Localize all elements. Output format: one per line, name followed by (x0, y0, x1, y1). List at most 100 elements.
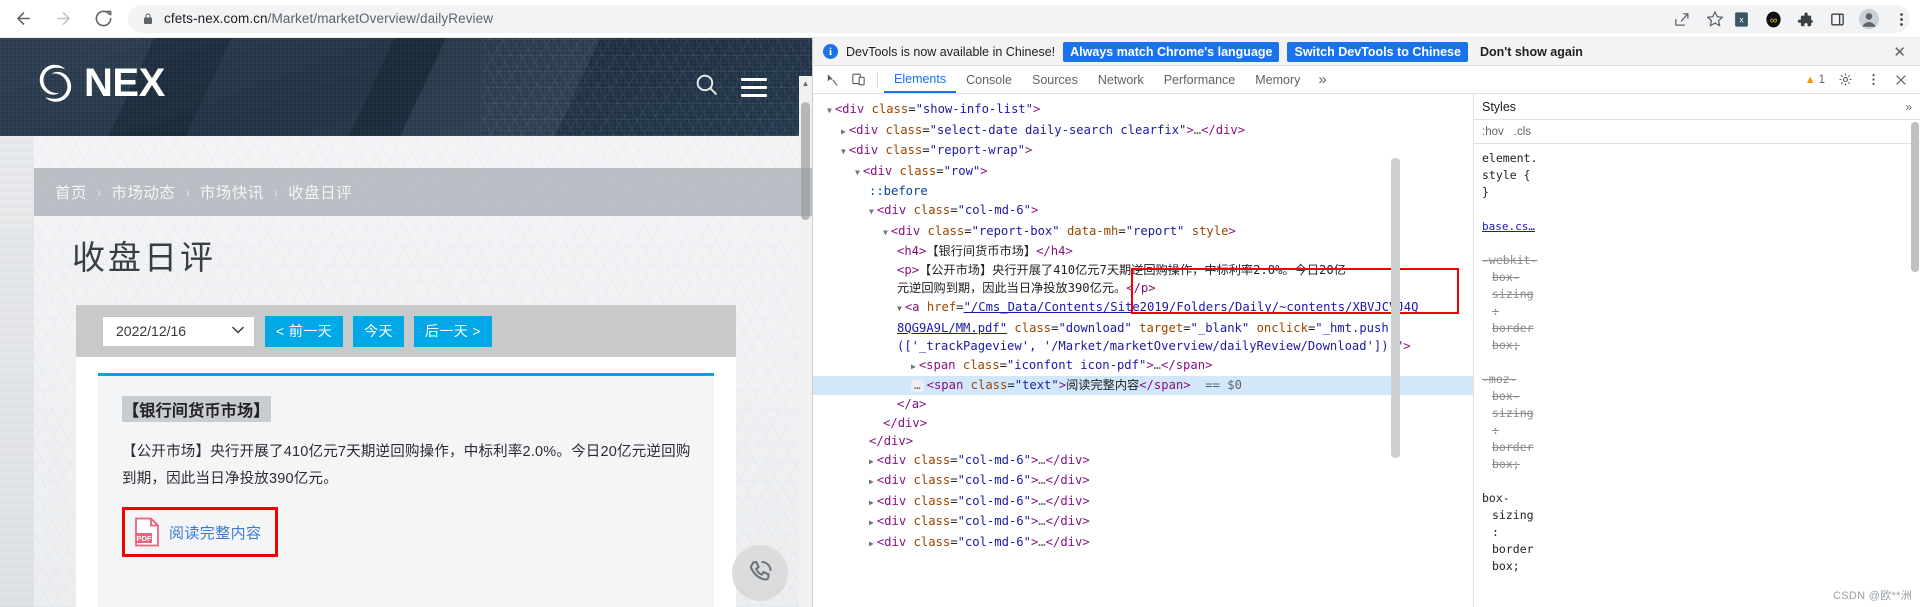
page-scrollbar[interactable]: ▲ (799, 76, 812, 607)
download-pdf-link[interactable]: PDF 阅读完整内容 (134, 517, 261, 547)
always-match-language-button[interactable]: Always match Chrome's language (1063, 41, 1280, 62)
styles-rule-line: element. (1482, 151, 1538, 165)
styles-rule-line: box- (1482, 491, 1510, 505)
tab-elements[interactable]: Elements (884, 66, 957, 93)
styles-rule-line: box- (1492, 389, 1520, 403)
styles-rule-line: : (1492, 525, 1499, 539)
dom-tree-line[interactable]: <div class="col-md-6">…</div> (813, 471, 1473, 492)
dom-tree-line[interactable]: <div class="select-date daily-search cle… (813, 121, 1473, 142)
dom-tree-line[interactable]: 元逆回购到期，因此当日净投放390亿元。</p> (813, 279, 1473, 298)
dom-tree-line[interactable]: </a> (813, 395, 1473, 414)
profile-avatar-icon[interactable] (1854, 4, 1884, 34)
today-button[interactable]: 今天 (353, 315, 404, 347)
lock-icon[interactable] (142, 12, 154, 26)
dom-tree-line[interactable]: <div class="col-md-6"> (813, 201, 1473, 222)
styles-rule-line: border (1492, 321, 1534, 335)
dom-tree-line[interactable]: <a href="/Cms_Data/Contents/Site2019/Fol… (813, 298, 1473, 319)
watermark-text: CSDN @欧**洲 (1833, 590, 1912, 602)
reload-icon[interactable] (86, 2, 120, 36)
tab-console[interactable]: Console (956, 66, 1022, 93)
date-select[interactable]: 2022/12/16 (102, 315, 255, 347)
dom-tree-line[interactable]: <h4>【银行间货币市场】</h4> (813, 242, 1473, 261)
styles-filter-cls[interactable]: .cls (1514, 126, 1531, 138)
dom-tree-line[interactable]: <span class="iconfont icon-pdf">…</span> (813, 356, 1473, 377)
tab-memory[interactable]: Memory (1245, 66, 1310, 93)
nex-swirl-logo-icon (39, 64, 72, 102)
next-day-button[interactable]: 后一天 > (413, 315, 492, 347)
breadcrumb-item-daily-review: 收盘日评 (288, 185, 353, 202)
warning-count: 1 (1818, 73, 1825, 86)
dom-tree-line[interactable]: <p>【公开市场】央行开展了410亿元7天期逆回购操作，中标利率2.0%。今日2… (813, 261, 1473, 280)
dom-tree-line[interactable]: </div> (813, 414, 1473, 433)
dom-tree-line[interactable]: … <span class="text">阅读完整内容</span> == $0 (813, 376, 1473, 395)
search-icon[interactable] (694, 72, 719, 102)
devtools-language-banner: i DevTools is now available in Chinese! … (813, 38, 1920, 66)
pdf-file-icon: PDF (134, 517, 160, 547)
breadcrumb-item-market-news[interactable]: 市场快讯 (200, 181, 264, 203)
back-arrow-icon[interactable] (6, 2, 40, 36)
three-dot-menu-icon[interactable] (1886, 4, 1916, 34)
infinity-extension-icon[interactable]: ∞ (1758, 4, 1788, 34)
logo-text: NEX (84, 61, 165, 105)
switch-devtools-to-chinese-button[interactable]: Switch DevTools to Chinese (1287, 41, 1468, 62)
forward-arrow-icon[interactable] (46, 2, 80, 36)
dom-tree-line[interactable]: </div> (813, 432, 1473, 451)
warning-count-badge[interactable]: ▲ 1 (1800, 73, 1830, 87)
breadcrumb-item-home[interactable]: 首页 (55, 181, 87, 203)
breadcrumb-separator: › (273, 184, 279, 200)
dont-show-again-link[interactable]: Don't show again (1480, 45, 1583, 59)
dom-tree-line[interactable]: (['_trackPageview', '/Market/marketOverv… (813, 337, 1473, 356)
dom-tree-line[interactable]: 8QG9A9L/MM.pdf" class="download" target=… (813, 319, 1473, 338)
select-date-bar: 2022/12/16 < 前一天 今天 后一天 > (76, 305, 736, 357)
styles-scrollbar-thumb[interactable] (1911, 122, 1919, 272)
dom-tree-line[interactable]: <div class="report-wrap"> (813, 141, 1473, 162)
close-icon[interactable]: ✕ (1885, 43, 1914, 61)
phone-support-icon[interactable] (732, 545, 788, 601)
styles-rule-line: } (1482, 185, 1489, 199)
dom-tree-line[interactable]: <div class="report-box" data-mh="report"… (813, 222, 1473, 243)
extensions-puzzle-icon[interactable] (1790, 4, 1820, 34)
styles-filter-hov[interactable]: :hov (1482, 126, 1504, 138)
styles-rule-line: sizing (1492, 287, 1534, 301)
tab-sources[interactable]: Sources (1022, 66, 1088, 93)
breadcrumb-item-market-dynamics[interactable]: 市场动态 (111, 181, 175, 203)
svg-text:PDF: PDF (136, 534, 152, 543)
three-dot-menu-icon[interactable] (1860, 68, 1886, 92)
info-icon: i (823, 44, 838, 59)
device-toolbar-icon[interactable] (845, 68, 871, 92)
tab-performance[interactable]: Performance (1154, 66, 1246, 93)
site-hero-banner: NEX (0, 38, 812, 136)
styles-rule-line: border (1492, 440, 1534, 454)
devtools-body: <div class="show-info-list"><div class="… (813, 94, 1920, 607)
dom-tree-line[interactable]: <div class="col-md-6">…</div> (813, 492, 1473, 513)
download-highlight-box: PDF 阅读完整内容 (122, 507, 279, 557)
styles-rule-line: box; (1492, 559, 1520, 573)
dom-pane-scrollbar-thumb[interactable] (1391, 158, 1400, 458)
inspect-element-icon[interactable] (819, 68, 845, 92)
close-icon[interactable] (1888, 68, 1914, 92)
styles-rule-line (1482, 473, 1920, 490)
tab-network[interactable]: Network (1088, 66, 1154, 93)
side-panel-icon[interactable] (1822, 4, 1852, 34)
styles-pane[interactable]: Styles » :hov .cls element. style {} base… (1473, 94, 1920, 607)
chevron-right-icon[interactable]: » (1905, 100, 1920, 114)
dom-tree-line[interactable]: <div class="col-md-6">…</div> (813, 533, 1473, 554)
address-bar[interactable]: cfets-nex.com.cn/Market/marketOverview/d… (128, 4, 1910, 33)
hamburger-menu-icon[interactable] (741, 77, 767, 97)
dom-tree-line[interactable]: <div class="show-info-list"> (813, 100, 1473, 121)
dom-tree-line[interactable]: <div class="row"> (813, 162, 1473, 183)
report-box: 【银行间货币市场】 【公开市场】央行开展了410亿元7天期逆回购操作，中标利率2… (98, 373, 714, 607)
dom-tree-line[interactable]: ::before (813, 182, 1473, 201)
gear-icon[interactable] (1832, 68, 1858, 92)
share-icon[interactable] (1666, 4, 1696, 34)
styles-rule-line: box; (1492, 457, 1520, 471)
prev-day-button[interactable]: < 前一天 (265, 315, 344, 347)
dom-tree-line[interactable]: <div class="col-md-6">…</div> (813, 451, 1473, 472)
x-extension-icon[interactable]: x (1726, 4, 1756, 34)
dom-tree-line[interactable]: <div class="col-md-6">…</div> (813, 512, 1473, 533)
dom-tree-pane[interactable]: <div class="show-info-list"><div class="… (813, 94, 1473, 607)
more-tabs-chevron-icon[interactable]: » (1310, 71, 1334, 88)
site-logo[interactable]: NEX (32, 60, 165, 106)
page-title: 收盘日评 (72, 239, 216, 276)
scroll-up-arrow-icon[interactable]: ▲ (799, 76, 812, 90)
